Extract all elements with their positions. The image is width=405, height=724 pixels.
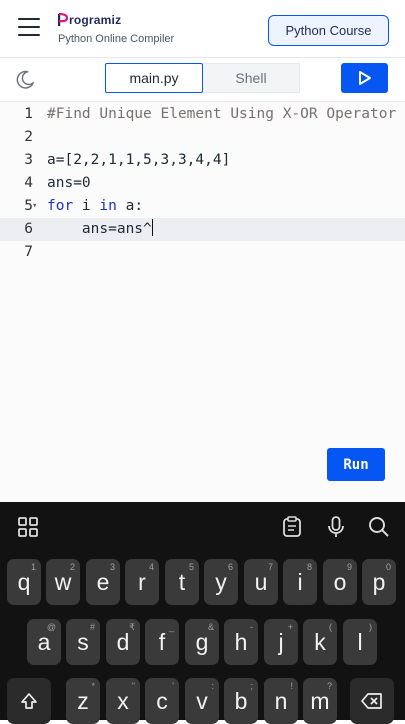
key-d[interactable]: ₹ d <box>106 619 140 665</box>
line-number: 2 <box>24 129 33 145</box>
key-y[interactable]: 6y <box>204 559 238 605</box>
line-number: 4 <box>24 175 33 191</box>
code-line: 1 #Find Unique Element Using X-OR Operat… <box>0 103 405 126</box>
tab-shell[interactable]: Shell <box>203 63 300 93</box>
play-icon <box>358 71 371 85</box>
code-text: a=[2,2,1,1,5,3,3,4,4] <box>47 152 231 168</box>
code-line-active: 6 ans=ans^ <box>0 218 405 241</box>
line-number: 5 <box>24 198 33 214</box>
code-line: 4 ans=0 <box>0 172 405 195</box>
microphone-icon[interactable] <box>324 515 348 539</box>
keyboard-toolbar <box>0 502 405 552</box>
run-button[interactable]: Run <box>327 448 385 481</box>
editor-toolbar: main.py Shell <box>0 58 405 102</box>
code-text: ans=ans^ <box>47 218 153 241</box>
shift-key[interactable] <box>7 678 51 724</box>
key-z[interactable]: * z <box>66 678 100 724</box>
search-icon[interactable] <box>367 515 391 539</box>
tab-main-py[interactable]: main.py <box>105 63 203 93</box>
moon-icon[interactable] <box>14 69 36 91</box>
key-q[interactable]: 1q <box>7 559 41 605</box>
key-w[interactable]: 2w <box>46 559 80 605</box>
menu-icon[interactable] <box>18 18 40 36</box>
line-number: 1 <box>24 106 33 122</box>
shift-icon <box>21 693 37 709</box>
key-s[interactable]: # s <box>66 619 100 665</box>
apps-grid-icon[interactable] <box>16 515 40 539</box>
key-p[interactable]: 0p <box>362 559 396 605</box>
key-t[interactable]: 5t <box>165 559 199 605</box>
code-editor[interactable]: 1 #Find Unique Element Using X-OR Operat… <box>0 102 405 502</box>
compiler-subtitle: Python Online Compiler <box>58 33 175 45</box>
run-play-button[interactable] <box>341 63 388 93</box>
fold-arrow-icon[interactable]: ▾ <box>32 195 42 218</box>
key-r[interactable]: 4r <box>125 559 159 605</box>
code-line: 7 <box>0 241 405 264</box>
key-v[interactable]: :v <box>185 678 219 724</box>
key-c[interactable]: ' c <box>145 678 179 724</box>
logo-text: rogramiz <box>69 13 122 27</box>
key-k[interactable]: (k <box>303 619 337 665</box>
line-number: 3 <box>24 152 33 168</box>
code-line: 2 <box>0 126 405 149</box>
code-text: #Find Unique Element Using X-OR Operator <box>47 106 397 122</box>
code-text: ans=0 <box>47 175 91 191</box>
line-number: 6 <box>24 221 33 237</box>
key-j[interactable]: + j <box>264 619 298 665</box>
key-h[interactable]: -h <box>224 619 258 665</box>
clipboard-icon[interactable] <box>280 515 304 539</box>
key-e[interactable]: 3e <box>86 559 120 605</box>
key-o[interactable]: 9o <box>323 559 357 605</box>
python-course-button[interactable]: Python Course <box>268 15 389 46</box>
backspace-key[interactable] <box>350 678 394 724</box>
code-line: 3 a=[2,2,1,1,5,3,3,4,4] <box>0 149 405 172</box>
key-u[interactable]: 7u <box>244 559 278 605</box>
key-x[interactable]: " x <box>106 678 140 724</box>
key-f[interactable]: _ f <box>145 619 179 665</box>
key-g[interactable]: & g <box>185 619 219 665</box>
programiz-logo[interactable]: rogramiz <box>58 11 121 29</box>
key-i[interactable]: 8i <box>283 559 317 605</box>
app-header: rogramiz Python Online Compiler Python C… <box>0 0 405 58</box>
key-m[interactable]: ? m <box>303 678 337 724</box>
backspace-icon <box>361 693 382 709</box>
key-b[interactable]: ; b <box>224 678 258 724</box>
key-n[interactable]: ! n <box>264 678 298 724</box>
key-a[interactable]: @ a <box>27 619 61 665</box>
code-line: 5 ▾ for i in a: <box>0 195 405 218</box>
text-cursor <box>151 219 153 236</box>
code-text: for i in a: <box>47 198 144 214</box>
code-text-content: ans=ans^ <box>47 221 152 237</box>
onscreen-keyboard: 1q 2w 3e 4r 5t 6y 7u 8i 9o 0p @ a # s ₹ d _… <box>0 502 405 724</box>
line-number: 7 <box>24 244 33 260</box>
key-l[interactable]: ) l <box>343 619 377 665</box>
logo-p-icon <box>58 13 68 26</box>
